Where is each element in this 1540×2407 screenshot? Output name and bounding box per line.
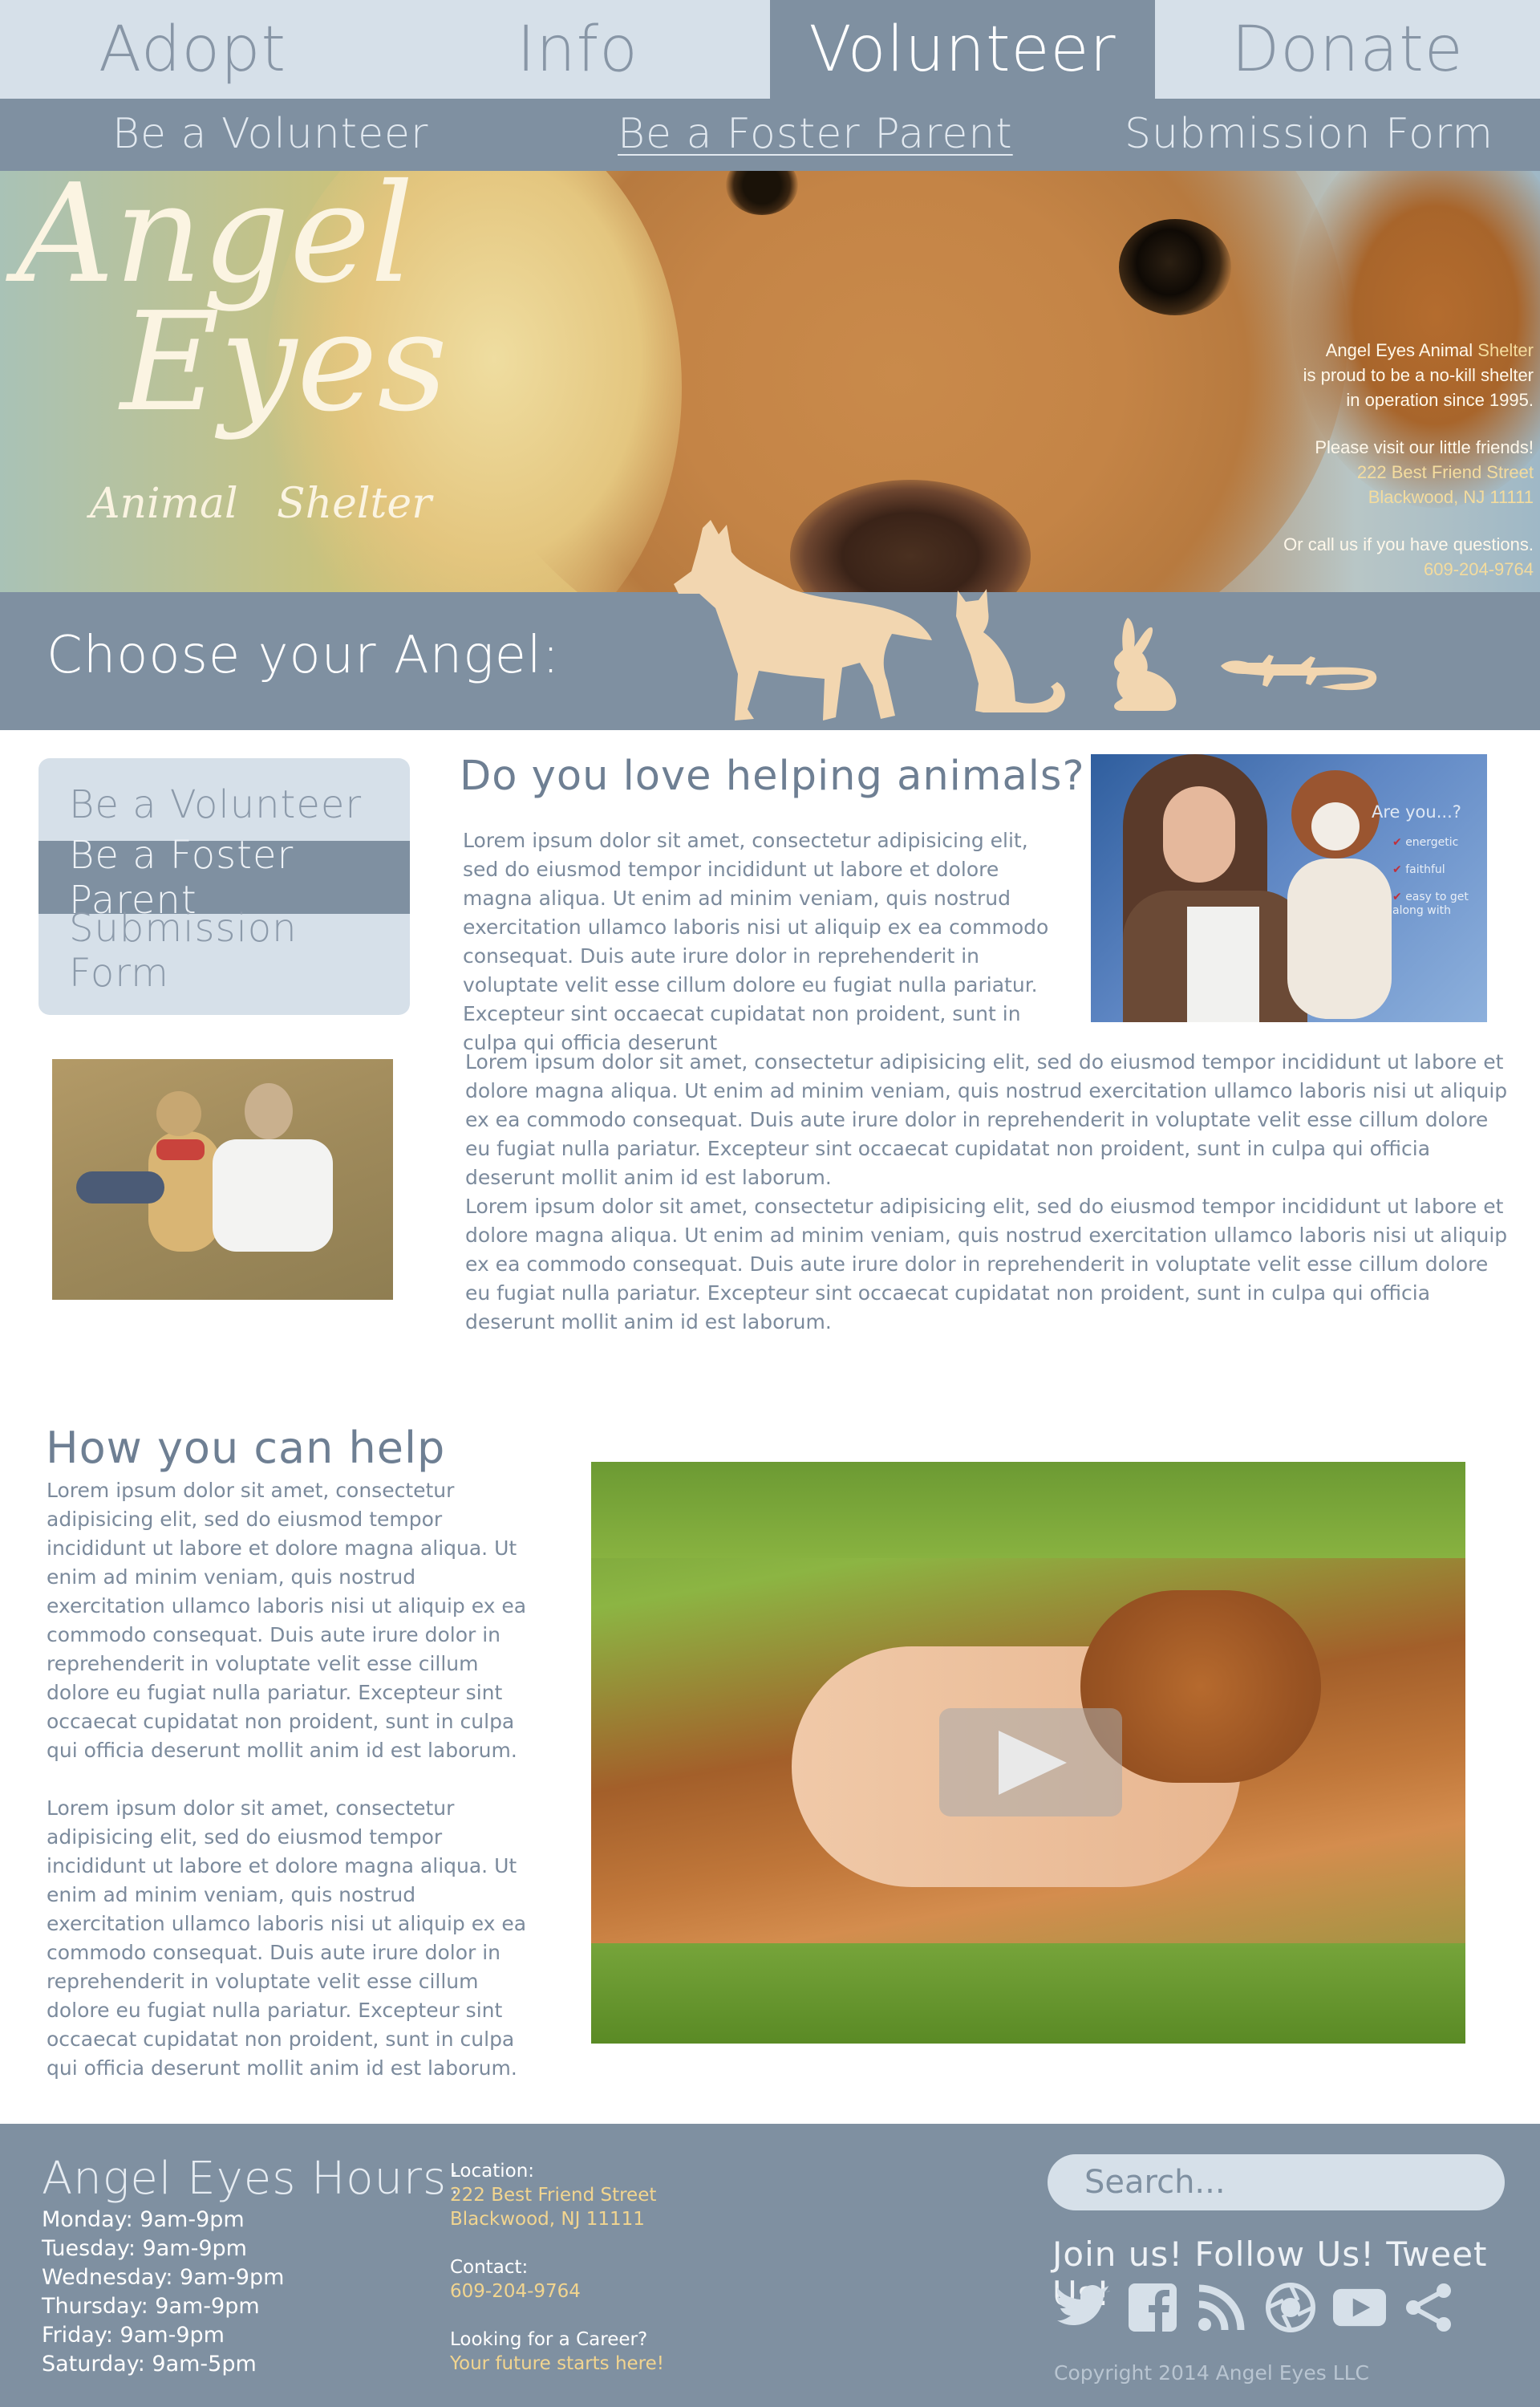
hours-item: Friday: 9am-9pm	[42, 2323, 225, 2348]
career-label: Looking for a Career?	[450, 2329, 648, 2350]
hero-info-address: 222 Best Friend Street	[1356, 462, 1534, 482]
help-paragraph: Lorem ipsum dolor sit amet, consectetur …	[47, 1479, 527, 1762]
camera-aperture-icon[interactable]	[1264, 2281, 1317, 2334]
top-nav: Adopt Info Volunteer Donate	[0, 0, 1540, 99]
hero-info-name: Angel Eyes Animal	[1325, 340, 1473, 360]
logo-eyes: Eyes	[120, 283, 448, 442]
subnav-be-a-foster-parent[interactable]: Be a Foster Parent	[618, 110, 1013, 158]
hero-info-line: Or call us if you have questions.	[1283, 534, 1534, 554]
hours-title: Angel Eyes Hours:	[42, 2153, 464, 2205]
contact-phone[interactable]: 609-204-9764	[450, 2279, 664, 2303]
hours-item: Wednesday: 9am-9pm	[42, 2265, 285, 2290]
rabbit-icon[interactable]	[1105, 618, 1179, 712]
youtube-icon[interactable]	[1333, 2281, 1386, 2334]
facebook-icon[interactable]	[1126, 2281, 1179, 2334]
logo-animal: Animal	[90, 480, 238, 528]
hero-info-city: Blackwood, NJ 11111	[1368, 487, 1534, 507]
career-link[interactable]: Your future starts here!	[450, 2352, 664, 2376]
woman-with-dog-photo: Are you...? ✔ energetic ✔ faithful ✔ eas…	[1091, 754, 1487, 1022]
help-paragraph: Lorem ipsum dolor sit amet, consectetur …	[47, 1796, 527, 2080]
cat-icon[interactable]	[951, 587, 1072, 712]
hours-list: Monday: 9am-9pm Tuesday: 9am-9pm Wednesd…	[42, 2206, 284, 2379]
intro-paragraph: Lorem ipsum dolor sit amet, consectetur …	[465, 1195, 1508, 1333]
social-links	[1057, 2281, 1455, 2334]
location-label: Location:	[450, 2161, 535, 2182]
intro-paragraph: Lorem ipsum dolor sit amet, consectetur …	[465, 1050, 1508, 1189]
tab-info[interactable]: Info	[385, 0, 770, 99]
hours-item: Thursday: 9am-9pm	[42, 2294, 260, 2319]
tab-donate[interactable]: Donate	[1155, 0, 1540, 99]
play-icon	[999, 1730, 1067, 1795]
hero-info-phone[interactable]: 609-204-9764	[1283, 557, 1534, 582]
contact-label: Contact:	[450, 2257, 529, 2278]
intro-paragraph: Lorem ipsum dolor sit amet, consectetur …	[463, 829, 1049, 1054]
location-city[interactable]: Blackwood, NJ 11111	[450, 2207, 664, 2231]
side-menu-be-a-volunteer[interactable]: Be a Volunteer	[38, 768, 410, 841]
photo-card-item: ✔ easy to get along with	[1392, 891, 1469, 917]
hero-info-line: Please visit our little friends!	[1315, 437, 1534, 457]
tab-volunteer[interactable]: Volunteer	[770, 0, 1155, 99]
intro-heading: Do you love helping animals?	[460, 753, 1085, 800]
hero-info-line: is proud to be a no-kill shelter	[1303, 365, 1534, 385]
hours-item: Monday: 9am-9pm	[42, 2207, 245, 2232]
hero-info-line: in operation since 1995.	[1346, 390, 1534, 410]
location-address[interactable]: 222 Best Friend Street	[450, 2183, 664, 2207]
play-button[interactable]	[939, 1708, 1122, 1816]
twitter-icon[interactable]	[1057, 2281, 1110, 2334]
tab-adopt[interactable]: Adopt	[0, 0, 385, 99]
photo-card-title: Are you...?	[1372, 802, 1461, 822]
sub-nav: Be a Volunteer Be a Foster Parent Submis…	[0, 99, 1540, 171]
share-icon[interactable]	[1402, 2281, 1455, 2334]
contact-block: Location: 222 Best Friend Street Blackwo…	[450, 2159, 664, 2376]
video-player[interactable]	[591, 1462, 1465, 2044]
help-heading: How you can help	[46, 1423, 446, 1473]
photo-card-item: ✔ faithful	[1392, 863, 1445, 876]
side-menu: Be a Volunteer Be a Foster Parent Submis…	[38, 758, 410, 1015]
subnav-submission-form[interactable]: Submission Form	[1125, 110, 1493, 158]
hero-info-shelter: Shelter	[1477, 340, 1534, 360]
choose-angel-label: Choose your Angel:	[47, 626, 561, 685]
footer: Angel Eyes Hours: Monday: 9am-9pm Tuesda…	[0, 2124, 1540, 2407]
dog-icon[interactable]	[671, 520, 932, 725]
side-menu-submission-form[interactable]: Submission Form	[38, 906, 410, 996]
copyright: Copyright 2014 Angel Eyes LLC	[1054, 2361, 1370, 2385]
hours-item: Tuesday: 9am-9pm	[42, 2236, 247, 2261]
hours-item: Saturday: 9am-5pm	[42, 2352, 257, 2377]
subnav-be-a-volunteer[interactable]: Be a Volunteer	[112, 110, 428, 158]
logo-shelter: Shelter	[277, 480, 432, 528]
lizard-icon[interactable]	[1221, 650, 1378, 695]
choose-angel-bar: Choose your Angel:	[0, 520, 1540, 730]
hero-info: Angel Eyes Animal Shelter is proud to be…	[1283, 338, 1534, 582]
rss-icon[interactable]	[1195, 2281, 1248, 2334]
volunteer-photo	[52, 1059, 393, 1300]
photo-card-item: ✔ energetic	[1392, 836, 1459, 849]
side-menu-be-a-foster-parent[interactable]: Be a Foster Parent	[38, 833, 410, 923]
search-input[interactable]	[1048, 2154, 1505, 2210]
